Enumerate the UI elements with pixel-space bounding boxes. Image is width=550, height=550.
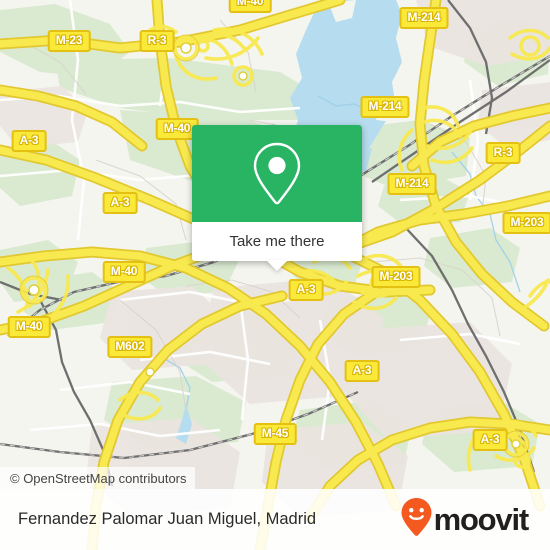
road-shield: M-45 [253, 423, 297, 445]
road-shield: M-214 [399, 7, 449, 29]
moovit-map-screen: M-23 R-3 M-214 M-214 M-40 A-3 M-40 R-3 A… [0, 0, 550, 550]
road-shield: M-40 [7, 316, 51, 338]
moovit-wordmark: moovit [433, 502, 530, 537]
footer-bar: Fernandez Palomar Juan Miguel, Madrid mo… [0, 489, 550, 550]
road-shield: A-3 [288, 279, 324, 301]
road-shield: A-3 [102, 192, 138, 214]
moovit-logo[interactable]: moovit [400, 497, 530, 542]
take-me-there-label[interactable]: Take me there [192, 222, 362, 261]
road-shield: A-3 [11, 130, 47, 152]
take-me-there-popup[interactable]: Take me there [192, 125, 362, 271]
road-shield: A-3 [472, 429, 508, 451]
map-attribution[interactable]: © OpenStreetMap contributors [0, 467, 195, 489]
popup-icon-area [192, 125, 362, 222]
road-shield: M-214 [387, 173, 437, 195]
road-shield: M-214 [360, 96, 410, 118]
map-pin-icon [251, 141, 303, 207]
popup-pointer [266, 260, 288, 271]
road-shield: A-3 [344, 360, 380, 382]
road-shield: M-203 [371, 266, 421, 288]
road-shield: M-23 [47, 30, 91, 52]
place-title: Fernandez Palomar Juan Miguel, Madrid [18, 510, 317, 528]
road-shield: R-3 [139, 30, 175, 52]
road-shield: M-203 [502, 212, 550, 234]
road-shield: R-3 [485, 142, 521, 164]
road-shield: M602 [107, 336, 153, 358]
moovit-pin-icon [400, 497, 433, 542]
road-shield: M-40 [102, 261, 146, 283]
road-shield: M-40 [228, 0, 272, 13]
